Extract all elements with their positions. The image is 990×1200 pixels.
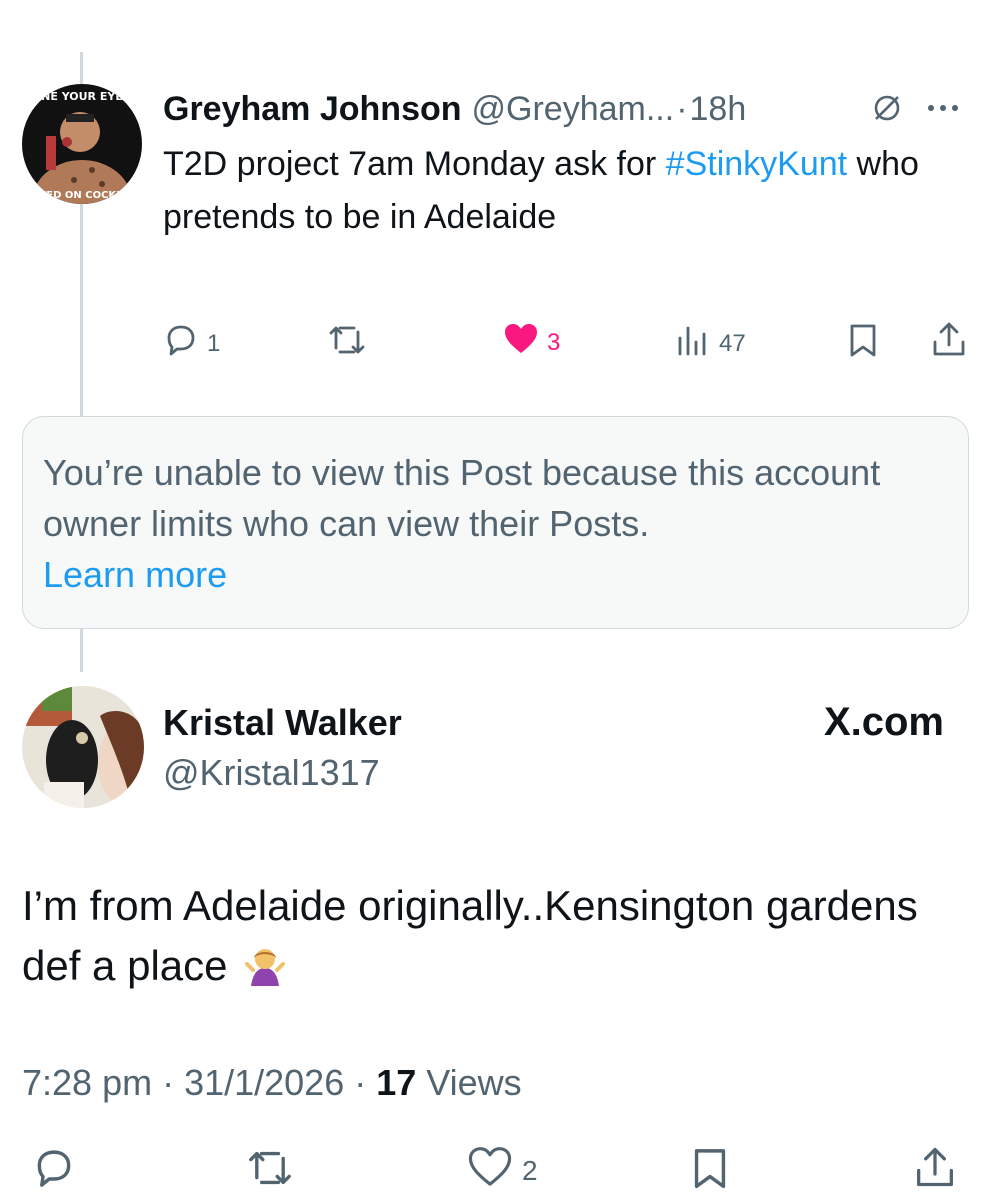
heart-filled-icon — [503, 322, 539, 363]
bookmark-icon — [690, 1146, 730, 1197]
bookmark-icon — [847, 322, 879, 365]
post-time[interactable]: 18h — [690, 90, 747, 129]
reply-post-text: I’m from Adelaide originally..Kensington… — [22, 876, 962, 1002]
reply-icon — [32, 1146, 76, 1197]
author-name[interactable]: Greyham Johnson — [163, 90, 462, 129]
header-separator: · — [676, 89, 688, 128]
views-bar-chart-icon — [675, 322, 711, 365]
original-post-actions: 1 3 47 — [163, 318, 973, 362]
share-icon — [931, 320, 967, 365]
reply-post-like-button[interactable]: 2 — [468, 1146, 538, 1195]
share-button[interactable] — [931, 320, 967, 365]
reply-timestamp[interactable]: 7:28 pm · 31/1/2026 · — [22, 1062, 376, 1103]
share-icon — [914, 1144, 956, 1197]
views-button[interactable]: 47 — [675, 322, 746, 365]
repost-icon — [327, 322, 367, 365]
reply-count: 1 — [207, 329, 221, 357]
reply-button[interactable]: 1 — [163, 322, 220, 365]
reply-author-name[interactable]: Kristal Walker — [163, 702, 402, 744]
reply-post-reply-button[interactable] — [32, 1146, 76, 1197]
greyham-avatar[interactable]: NE YOUR EYE TED ON COCKN — [22, 84, 142, 204]
person-shrugging-icon — [245, 942, 286, 1002]
reply-like-count: 2 — [522, 1154, 538, 1186]
x-com-label: X.com — [823, 700, 944, 744]
like-count: 3 — [547, 328, 561, 356]
avatar-caption-bottom: TED ON COCKN — [39, 190, 124, 201]
reply-views-label: Views — [416, 1062, 522, 1103]
repost-icon — [246, 1146, 294, 1197]
limited-replies-icon — [871, 92, 903, 129]
learn-more-link[interactable]: Learn more — [43, 549, 948, 600]
original-post-header: Greyham Johnson @Greyham... · 18h — [163, 86, 973, 132]
views-count: 47 — [719, 329, 746, 357]
author-handle[interactable]: @Greyham... — [472, 90, 675, 129]
reply-icon — [163, 322, 199, 365]
notice-message: You’re unable to view this Post because … — [43, 452, 881, 544]
more-options-icon[interactable] — [923, 92, 963, 129]
reply-post-bookmark-button[interactable] — [690, 1146, 730, 1197]
like-button[interactable]: 3 — [503, 322, 560, 363]
reply-post-actions: 2 — [22, 1144, 972, 1192]
reply-post-share-button[interactable] — [914, 1144, 956, 1197]
hashtag-link[interactable]: #StinkyKunt — [666, 145, 847, 183]
reply-author-handle[interactable]: @Kristal1317 — [163, 752, 380, 794]
kristal-avatar[interactable] — [22, 686, 144, 808]
thread-connector-middle — [80, 190, 83, 416]
avatar-caption-top: NE YOUR EYE — [41, 90, 123, 103]
thread-connector-bottom — [80, 628, 83, 672]
post-unavailable-notice: You’re unable to view this Post because … — [22, 416, 969, 629]
repost-button[interactable] — [327, 322, 367, 365]
reply-views-count: 17 — [376, 1062, 417, 1103]
reply-post-meta: 7:28 pm · 31/1/2026 · 17 Views — [22, 1062, 522, 1104]
reply-post-repost-button[interactable] — [246, 1146, 294, 1197]
reply-text-body: I’m from Adelaide originally..Kensington… — [22, 882, 918, 989]
bookmark-button[interactable] — [847, 322, 879, 365]
heart-outline-icon — [468, 1146, 512, 1195]
original-post-text: T2D project 7am Monday ask for #StinkyKu… — [163, 138, 943, 244]
post-text-start: T2D project 7am Monday ask for — [163, 145, 666, 183]
